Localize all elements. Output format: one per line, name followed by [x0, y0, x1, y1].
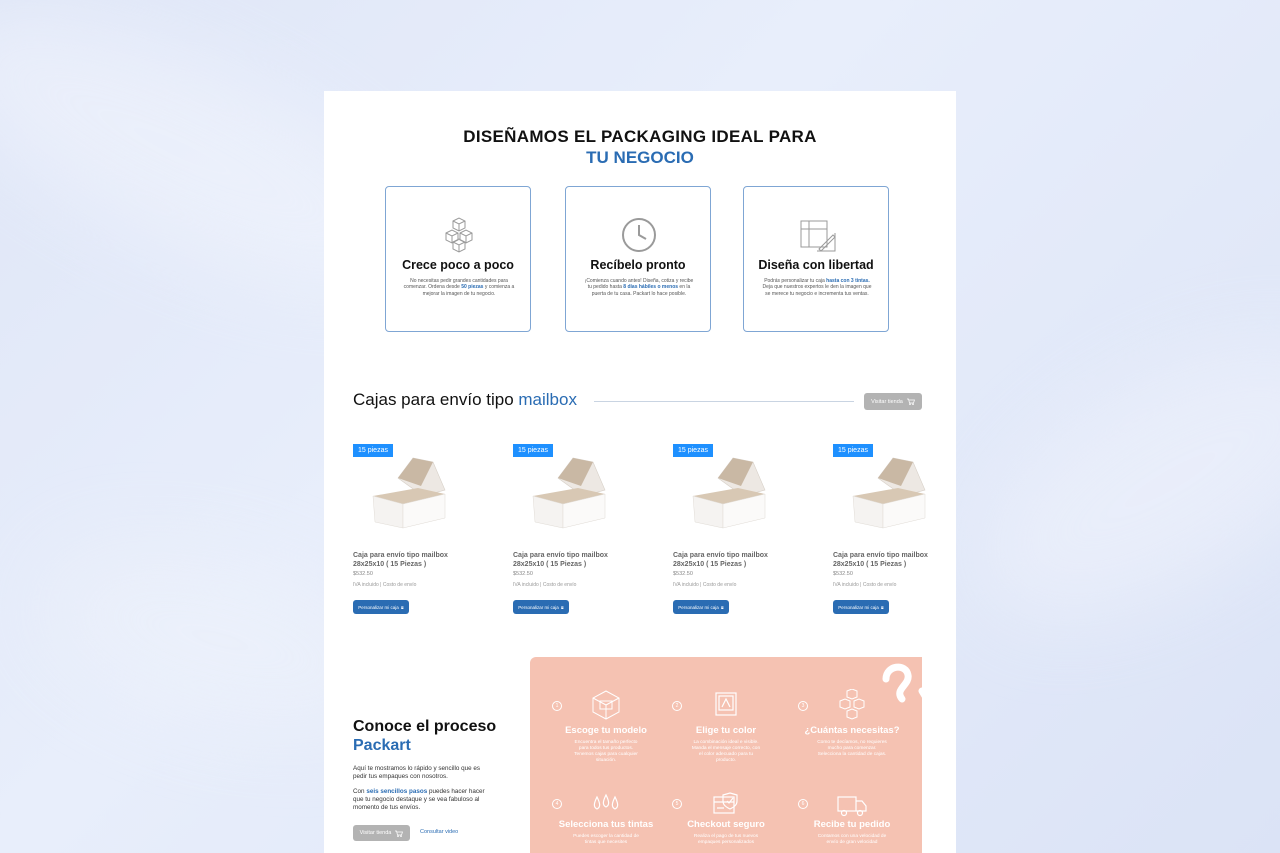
step-desc: Contamos con una velocidad de envío de g…	[817, 834, 887, 845]
quantity-badge: 15 piezas	[833, 444, 873, 457]
step-number: 4	[552, 799, 562, 809]
feature-desc: Podrás personalizar tu caja hasta con 3 …	[762, 278, 872, 297]
process-steps-text: Con seis sencillos pasos puedes hacer ha…	[353, 788, 485, 811]
hero-title: DISEÑAMOS EL PACKAGING IDEAL PARA TU NEG…	[324, 127, 956, 168]
box-icon: ⧈	[880, 604, 884, 610]
step-title: Selecciona tus tintas	[558, 819, 654, 830]
product-price: $532.50	[353, 571, 373, 577]
visit-store-label: Visitar tienda	[359, 830, 392, 836]
product-tax-note: IVA incluido | Costo de envío	[513, 582, 577, 588]
mailbox-box-image[interactable]	[843, 448, 933, 540]
product-card[interactable]: 15 piezas Caja para envío tipo mailbox 2…	[513, 444, 623, 624]
customize-box-button[interactable]: Personalizar mi caja ⧈	[353, 600, 409, 614]
step-title: ¿Cuántas necesitas?	[804, 725, 900, 736]
step-desc: Encuentra el tamaño perfecto para todos …	[574, 740, 638, 763]
process-title: Conoce el proceso Packart	[353, 717, 496, 755]
boxes-icon	[445, 217, 473, 253]
process-title-line1: Conoce el proceso	[353, 718, 497, 735]
process-title-line2: Packart	[353, 737, 411, 754]
feature-card-design: Diseña con libertad Podrás personalizar …	[743, 186, 889, 332]
process-intro: Aquí te mostramos lo rápido y sencillo q…	[353, 765, 481, 780]
quantity-badge: 15 piezas	[513, 444, 553, 457]
customize-box-label: Personalizar mi caja	[838, 604, 879, 610]
section-title: Cajas para envío tipo mailbox	[353, 390, 577, 409]
customize-box-label: Personalizar mi caja	[678, 604, 719, 610]
clock-icon	[622, 218, 656, 252]
step-desc: Realiza el pago de tus nuevos empaques p…	[693, 834, 759, 845]
step-number: 1	[552, 701, 562, 711]
hero-title-line1: DISEÑAMOS EL PACKAGING IDEAL PARA	[463, 127, 817, 146]
watch-video-link[interactable]: Consultar video	[420, 829, 458, 835]
product-tax-note: IVA incluido | Costo de envío	[833, 582, 897, 588]
boxes-stack-icon	[839, 689, 865, 720]
mailbox-box-image[interactable]	[523, 448, 613, 540]
product-price: $532.50	[833, 571, 853, 577]
product-name[interactable]: Caja para envío tipo mailbox 28x25x10 ( …	[513, 551, 623, 569]
product-price: $532.50	[673, 571, 693, 577]
product-tax-note: IVA incluido | Costo de envío	[353, 582, 417, 588]
landing-page: DISEÑAMOS EL PACKAGING IDEAL PARA TU NEG…	[324, 91, 956, 853]
cart-icon	[906, 398, 915, 405]
step-title: Elige tu color	[695, 725, 757, 736]
product-name[interactable]: Caja para envío tipo mailbox 28x25x10 ( …	[353, 551, 463, 569]
step-desc: Puedes escoger la cantidad de tintas que…	[573, 834, 639, 845]
product-card[interactable]: 15 piezas Caja para envío tipo mailbox 2…	[833, 444, 943, 624]
visit-store-label: Visitar tienda	[871, 398, 903, 405]
customize-box-button[interactable]: Personalizar mi caja ⧈	[513, 600, 569, 614]
feature-title: Recíbelo pronto	[590, 258, 686, 272]
product-tax-note: IVA incluido | Costo de envío	[673, 582, 737, 588]
palette-icon	[715, 692, 737, 716]
quantity-badge: 15 piezas	[353, 444, 393, 457]
cart-icon	[395, 830, 404, 837]
decorative-squiggle-icon	[882, 663, 922, 703]
hero-title-line2: TU NEGOCIO	[586, 148, 694, 167]
section-divider	[594, 401, 854, 402]
step-desc: Como te decíamos, no requieres mucho par…	[817, 740, 887, 757]
process-steps-panel: 1 Escoge tu modelo Encuentra el tamaño p…	[530, 657, 922, 853]
product-name[interactable]: Caja para envío tipo mailbox 28x25x10 ( …	[673, 551, 783, 569]
step-number: 2	[672, 701, 682, 711]
feature-card-grow: Crece poco a poco No necesitas pedir gra…	[385, 186, 531, 332]
step-title: Checkout seguro	[687, 819, 765, 830]
truck-icon	[837, 796, 867, 817]
product-name[interactable]: Caja para envío tipo mailbox 28x25x10 ( …	[833, 551, 943, 569]
box-icon: ⧈	[560, 604, 564, 610]
customize-box-label: Personalizar mi caja	[358, 604, 399, 610]
product-price: $532.50	[513, 571, 533, 577]
customize-box-label: Personalizar mi caja	[518, 604, 559, 610]
step-desc: La combinación ideal e visible. Manda el…	[691, 740, 761, 763]
cube-icon	[592, 690, 620, 720]
visit-store-button[interactable]: Visitar tienda	[864, 393, 922, 410]
feature-desc: ¡Comienza cuando antes! Diseña, cotiza y…	[584, 278, 694, 297]
mailbox-box-image[interactable]	[363, 448, 453, 540]
product-card[interactable]: 15 piezas Caja para envío tipo mailbox 2…	[673, 444, 783, 624]
step-number: 3	[798, 701, 808, 711]
feature-desc: No necesitas pedir grandes cantidades pa…	[403, 278, 515, 297]
customize-box-button[interactable]: Personalizar mi caja ⧈	[833, 600, 889, 614]
step-title: Escoge tu modelo	[565, 725, 647, 736]
ink-drops-icon	[593, 793, 619, 810]
step-number: 5	[672, 799, 682, 809]
product-card[interactable]: 15 piezas Caja para envío tipo mailbox 2…	[353, 444, 463, 624]
feature-title: Crece poco a poco	[402, 258, 514, 272]
step-title: Recibe tu pedido	[813, 819, 891, 830]
customize-box-button[interactable]: Personalizar mi caja ⧈	[673, 600, 729, 614]
feature-card-fast: Recíbelo pronto ¡Comienza cuando antes! …	[565, 186, 711, 332]
design-tools-icon	[800, 220, 836, 252]
mailbox-box-image[interactable]	[683, 448, 773, 540]
box-icon: ⧈	[400, 604, 404, 610]
process-visit-store-button[interactable]: Visitar tienda	[353, 825, 410, 841]
quantity-badge: 15 piezas	[673, 444, 713, 457]
step-number: 6	[798, 799, 808, 809]
secure-checkout-icon	[713, 792, 738, 814]
feature-title: Diseña con libertad	[758, 258, 874, 272]
box-icon: ⧈	[720, 604, 724, 610]
